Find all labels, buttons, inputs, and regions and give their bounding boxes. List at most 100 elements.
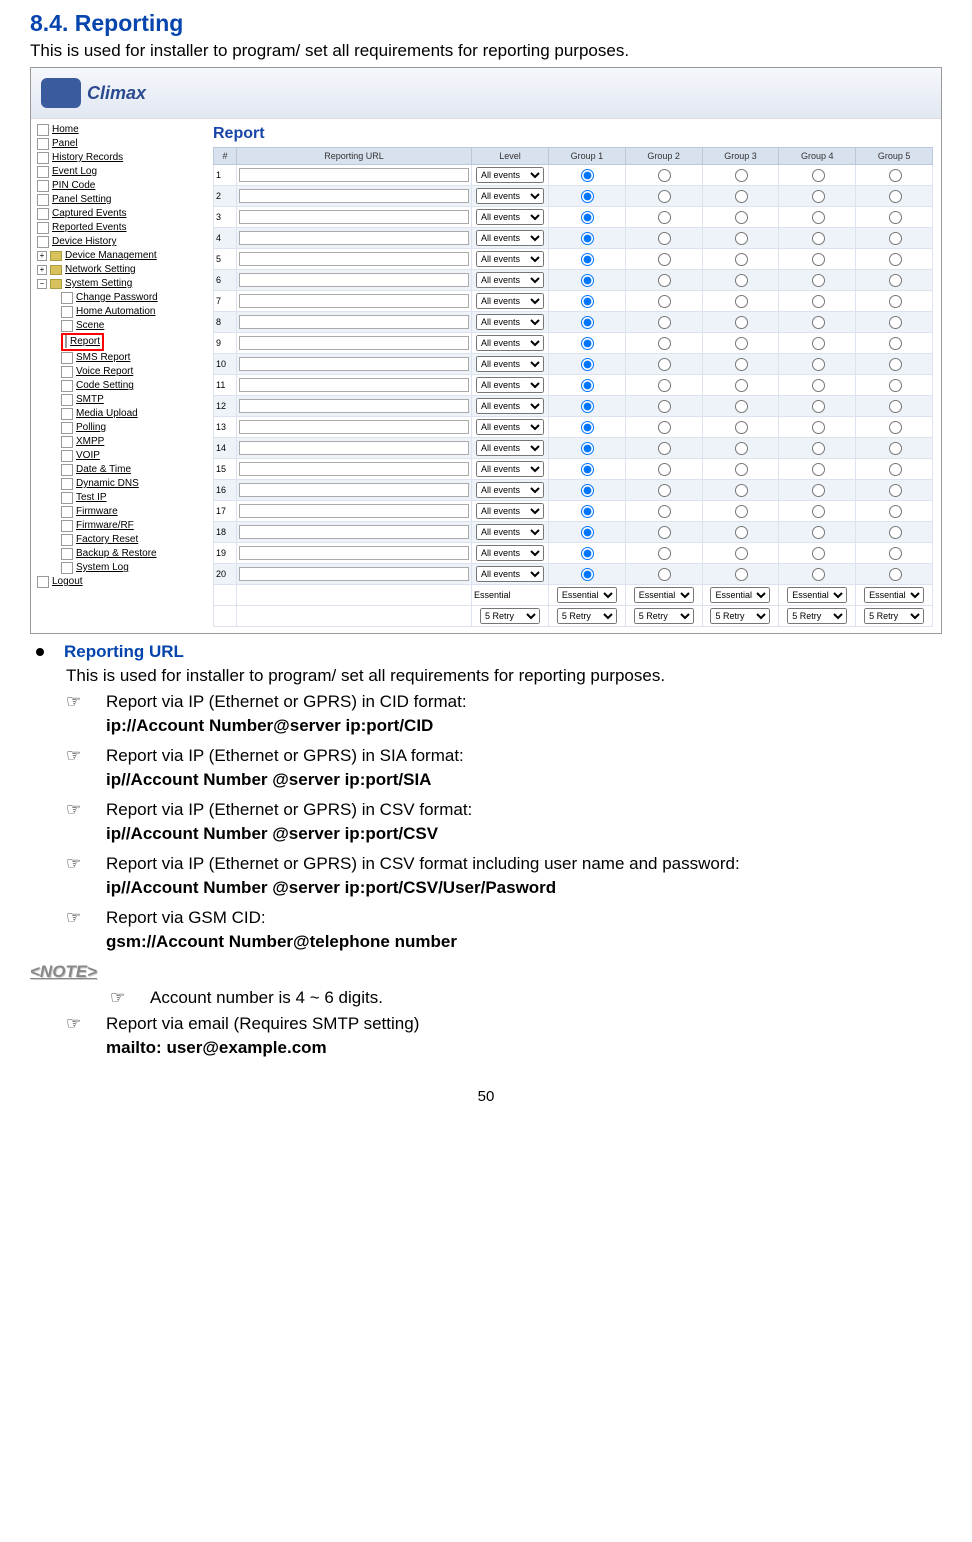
group-radio[interactable] bbox=[735, 568, 748, 581]
group-radio[interactable] bbox=[812, 274, 825, 287]
reporting-url-input[interactable] bbox=[239, 294, 469, 308]
level-select[interactable]: All events bbox=[476, 356, 544, 372]
group-radio[interactable] bbox=[735, 442, 748, 455]
group-radio[interactable] bbox=[735, 379, 748, 392]
level-select[interactable]: All events bbox=[476, 398, 544, 414]
group-radio[interactable] bbox=[581, 358, 594, 371]
group-radio[interactable] bbox=[658, 295, 671, 308]
group-radio[interactable] bbox=[812, 568, 825, 581]
group-radio[interactable] bbox=[889, 211, 902, 224]
essential-select[interactable]: Essential bbox=[634, 587, 694, 603]
group-radio[interactable] bbox=[735, 211, 748, 224]
group-radio[interactable] bbox=[581, 295, 594, 308]
reporting-url-input[interactable] bbox=[239, 378, 469, 392]
group-radio[interactable] bbox=[658, 337, 671, 350]
reporting-url-input[interactable] bbox=[239, 483, 469, 497]
reporting-url-input[interactable] bbox=[239, 210, 469, 224]
sidebar-item[interactable]: Home bbox=[33, 123, 203, 137]
sidebar-item[interactable]: Media Upload bbox=[33, 407, 203, 421]
group-radio[interactable] bbox=[658, 400, 671, 413]
group-radio[interactable] bbox=[812, 169, 825, 182]
level-select[interactable]: All events bbox=[476, 230, 544, 246]
sidebar-item[interactable]: Factory Reset bbox=[33, 533, 203, 547]
group-radio[interactable] bbox=[812, 358, 825, 371]
reporting-url-input[interactable] bbox=[239, 546, 469, 560]
group-radio[interactable] bbox=[658, 316, 671, 329]
group-radio[interactable] bbox=[581, 484, 594, 497]
reporting-url-input[interactable] bbox=[239, 315, 469, 329]
sidebar-item[interactable]: Panel Setting bbox=[33, 193, 203, 207]
group-radio[interactable] bbox=[581, 421, 594, 434]
level-select[interactable]: All events bbox=[476, 566, 544, 582]
group-radio[interactable] bbox=[658, 358, 671, 371]
group-radio[interactable] bbox=[581, 190, 594, 203]
group-radio[interactable] bbox=[889, 547, 902, 560]
group-radio[interactable] bbox=[735, 169, 748, 182]
group-radio[interactable] bbox=[581, 400, 594, 413]
group-radio[interactable] bbox=[658, 421, 671, 434]
level-select[interactable]: All events bbox=[476, 503, 544, 519]
level-select[interactable]: All events bbox=[476, 440, 544, 456]
sidebar-item[interactable]: Home Automation bbox=[33, 305, 203, 319]
group-radio[interactable] bbox=[581, 379, 594, 392]
sidebar-item[interactable]: SMTP bbox=[33, 393, 203, 407]
sidebar-item[interactable]: SMS Report bbox=[33, 351, 203, 365]
group-radio[interactable] bbox=[812, 484, 825, 497]
sidebar-item[interactable]: +Network Setting bbox=[33, 263, 203, 277]
retry-select[interactable]: 5 Retry bbox=[864, 608, 924, 624]
group-radio[interactable] bbox=[889, 421, 902, 434]
group-radio[interactable] bbox=[812, 421, 825, 434]
group-radio[interactable] bbox=[581, 169, 594, 182]
sidebar-item[interactable]: Report bbox=[33, 333, 203, 351]
group-radio[interactable] bbox=[889, 190, 902, 203]
sidebar-item[interactable]: Change Password bbox=[33, 291, 203, 305]
level-select[interactable]: All events bbox=[476, 461, 544, 477]
group-radio[interactable] bbox=[658, 547, 671, 560]
group-radio[interactable] bbox=[581, 316, 594, 329]
reporting-url-input[interactable] bbox=[239, 399, 469, 413]
group-radio[interactable] bbox=[658, 505, 671, 518]
reporting-url-input[interactable] bbox=[239, 525, 469, 539]
group-radio[interactable] bbox=[735, 505, 748, 518]
group-radio[interactable] bbox=[581, 568, 594, 581]
group-radio[interactable] bbox=[735, 190, 748, 203]
reporting-url-input[interactable] bbox=[239, 189, 469, 203]
essential-select[interactable]: Essential bbox=[864, 587, 924, 603]
reporting-url-input[interactable] bbox=[239, 357, 469, 371]
reporting-url-input[interactable] bbox=[239, 420, 469, 434]
reporting-url-input[interactable] bbox=[239, 462, 469, 476]
group-radio[interactable] bbox=[812, 232, 825, 245]
group-radio[interactable] bbox=[658, 232, 671, 245]
group-radio[interactable] bbox=[735, 337, 748, 350]
sidebar-item[interactable]: +Device Management bbox=[33, 249, 203, 263]
group-radio[interactable] bbox=[889, 169, 902, 182]
group-radio[interactable] bbox=[812, 463, 825, 476]
level-select[interactable]: All events bbox=[476, 272, 544, 288]
group-radio[interactable] bbox=[658, 169, 671, 182]
group-radio[interactable] bbox=[658, 568, 671, 581]
group-radio[interactable] bbox=[735, 316, 748, 329]
reporting-url-input[interactable] bbox=[239, 231, 469, 245]
essential-select[interactable]: Essential bbox=[710, 587, 770, 603]
group-radio[interactable] bbox=[889, 358, 902, 371]
reporting-url-input[interactable] bbox=[239, 336, 469, 350]
sidebar-item[interactable]: PIN Code bbox=[33, 179, 203, 193]
group-radio[interactable] bbox=[581, 232, 594, 245]
group-radio[interactable] bbox=[812, 379, 825, 392]
sidebar-item[interactable]: Test IP bbox=[33, 491, 203, 505]
level-select[interactable]: All events bbox=[476, 377, 544, 393]
group-radio[interactable] bbox=[581, 547, 594, 560]
group-radio[interactable] bbox=[812, 547, 825, 560]
level-select[interactable]: All events bbox=[476, 251, 544, 267]
group-radio[interactable] bbox=[658, 190, 671, 203]
sidebar-item[interactable]: Polling bbox=[33, 421, 203, 435]
sidebar-item[interactable]: Device History bbox=[33, 235, 203, 249]
sidebar-item[interactable]: Firmware/RF bbox=[33, 519, 203, 533]
sidebar-item[interactable]: Date & Time bbox=[33, 463, 203, 477]
sidebar-item[interactable]: Captured Events bbox=[33, 207, 203, 221]
sidebar-item[interactable]: Panel bbox=[33, 137, 203, 151]
group-radio[interactable] bbox=[735, 547, 748, 560]
sidebar-item[interactable]: Backup & Restore bbox=[33, 547, 203, 561]
expander-icon[interactable]: + bbox=[37, 265, 47, 275]
sidebar-item[interactable]: Event Log bbox=[33, 165, 203, 179]
